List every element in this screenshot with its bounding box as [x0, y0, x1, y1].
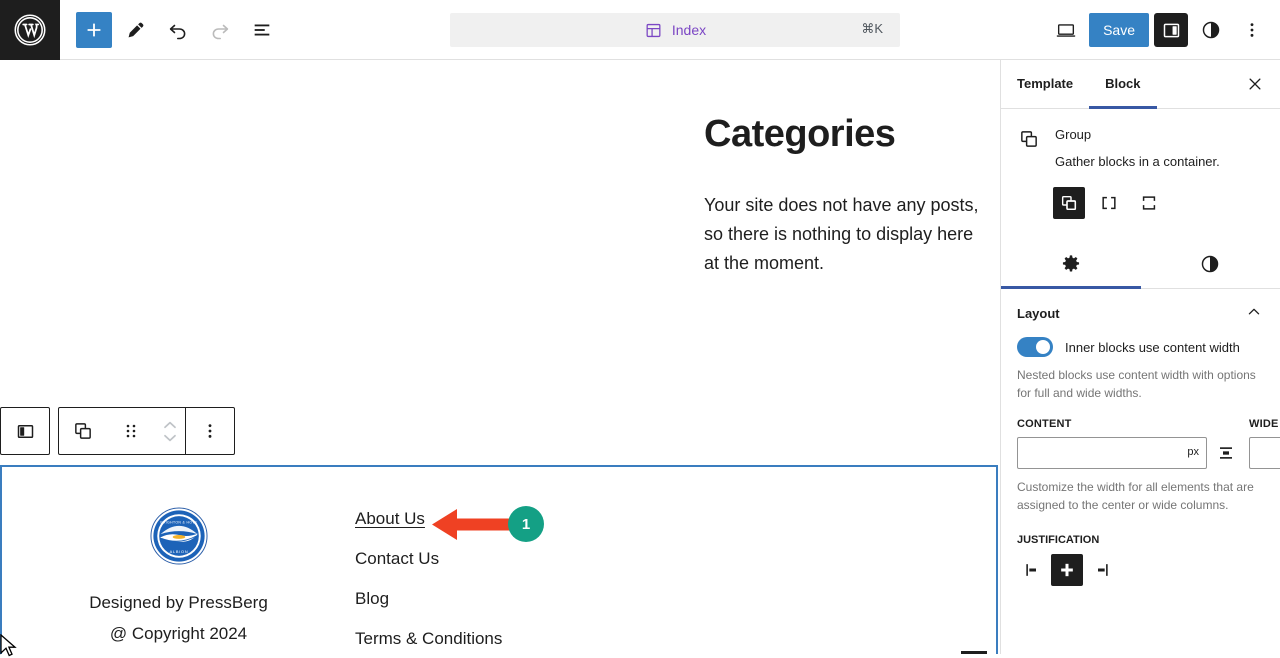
block-list-view-group: [0, 407, 50, 455]
toggle-knob: [1036, 340, 1050, 354]
wordpress-logo-icon[interactable]: [0, 0, 60, 60]
block-settings-sidebar: Template Block Group Gather blocks in a …: [1000, 60, 1280, 654]
justification-label: JUSTIFICATION: [1017, 534, 1264, 546]
page-title[interactable]: Categories: [704, 113, 984, 157]
close-icon[interactable]: [1238, 67, 1272, 101]
justify-right-button[interactable]: [1085, 554, 1117, 586]
command-shortcut: ⌘K: [861, 21, 883, 37]
block-options-button[interactable]: [186, 408, 234, 454]
footer-link-about-us[interactable]: About Us: [355, 509, 425, 529]
settings-sidebar-toggle[interactable]: [1154, 13, 1188, 47]
layout-panel-body: Inner blocks use content width Nested bl…: [1001, 337, 1280, 586]
variation-group[interactable]: [1053, 187, 1085, 219]
justify-left-button[interactable]: [1017, 554, 1049, 586]
tab-template[interactable]: Template: [1001, 60, 1089, 109]
width-controls-row: CONTENT px WIDE: [1017, 418, 1264, 469]
inner-blocks-content-width-row: Inner blocks use content width: [1017, 337, 1264, 357]
layout-panel-header[interactable]: Layout: [1001, 289, 1280, 337]
settings-tab[interactable]: [1001, 241, 1141, 289]
footer-group-block[interactable]: BRIGHTON & HOVE ALBION Designed by Press…: [0, 465, 998, 654]
redo-icon[interactable]: [202, 12, 238, 48]
contrast-half-circle-icon[interactable]: [1193, 12, 1229, 48]
block-variations: [1001, 171, 1280, 219]
svg-text:BRIGHTON & HOVE: BRIGHTON & HOVE: [160, 521, 198, 525]
add-block-button[interactable]: [76, 12, 112, 48]
content-width-control: CONTENT px: [1017, 418, 1237, 469]
no-posts-message[interactable]: Your site does not have any posts, so th…: [704, 191, 984, 278]
variation-row[interactable]: [1093, 187, 1125, 219]
undo-icon[interactable]: [160, 12, 196, 48]
inner-blocks-help-text: Nested blocks use content width with opt…: [1017, 366, 1264, 402]
editor-canvas: Categories Your site does not have any p…: [0, 60, 1000, 654]
tab-block[interactable]: Block: [1089, 60, 1156, 109]
top-bar-left-tools: [60, 12, 280, 48]
document-bar[interactable]: Index ⌘K: [450, 13, 900, 47]
block-type-group-button[interactable]: [59, 408, 107, 454]
chevron-up-icon: [1244, 302, 1264, 325]
move-up-down-button[interactable]: [155, 408, 185, 454]
block-controls-group: [58, 407, 235, 455]
document-title: Index: [672, 22, 706, 38]
block-list-view-button[interactable]: [1, 408, 49, 454]
block-card: Group Gather blocks in a container.: [1001, 109, 1280, 171]
sidebar-tabs: Template Block: [1001, 60, 1280, 109]
footer-link-blog[interactable]: Blog: [355, 589, 389, 609]
footer-link-contact-us[interactable]: Contact Us: [355, 549, 439, 569]
three-dots-vertical-icon[interactable]: [1234, 12, 1270, 48]
group-icon: [1017, 127, 1041, 151]
wide-width-control: WIDE px: [1249, 418, 1280, 469]
content-unit-label: px: [1187, 446, 1199, 458]
list-view-icon[interactable]: [244, 12, 280, 48]
query-no-results-block[interactable]: Categories Your site does not have any p…: [704, 113, 984, 278]
footer-link-terms-conditions[interactable]: Terms & Conditions: [355, 629, 502, 649]
variation-stack[interactable]: [1133, 187, 1165, 219]
template-icon: [644, 21, 663, 40]
top-bar-right-tools: Save: [1048, 0, 1270, 60]
block-card-title: Group: [1055, 125, 1220, 145]
layout-panel-title: Layout: [1017, 306, 1060, 321]
wide-width-input[interactable]: [1249, 437, 1280, 469]
copyright-line: @ Copyright 2024: [89, 618, 268, 649]
styles-tab[interactable]: [1141, 241, 1280, 289]
justification-options: [1017, 554, 1264, 586]
editor-top-bar: Index ⌘K Save: [0, 0, 1280, 60]
content-width-label: CONTENT: [1017, 418, 1237, 430]
brighton-albion-crest-icon[interactable]: BRIGHTON & HOVE ALBION: [150, 507, 208, 565]
sidebar-sub-tabs: [1001, 241, 1280, 289]
width-help-text: Customize the width for all elements tha…: [1017, 478, 1264, 514]
save-button[interactable]: Save: [1089, 13, 1149, 47]
wide-width-label: WIDE: [1249, 418, 1280, 430]
footer-brand-column: BRIGHTON & HOVE ALBION Designed by Press…: [2, 467, 355, 654]
drag-handle[interactable]: [107, 408, 155, 454]
align-content-icon[interactable]: [1215, 437, 1237, 469]
footer-brand-text[interactable]: Designed by PressBerg @ Copyright 2024: [89, 587, 268, 650]
pencil-icon[interactable]: [118, 12, 154, 48]
desktop-icon[interactable]: [1048, 12, 1084, 48]
svg-text:ALBION: ALBION: [169, 550, 188, 554]
content-width-input[interactable]: [1017, 437, 1207, 469]
inner-blocks-content-width-label: Inner blocks use content width: [1065, 340, 1240, 355]
inner-blocks-content-width-toggle[interactable]: [1017, 337, 1053, 357]
designed-by-line: Designed by PressBerg: [89, 587, 268, 618]
block-card-description: Gather blocks in a container.: [1055, 153, 1220, 172]
footer-links-column: About Us Contact Us Blog Terms & Conditi…: [355, 467, 502, 654]
block-toolbar: [0, 407, 235, 455]
justify-center-button[interactable]: [1051, 554, 1083, 586]
